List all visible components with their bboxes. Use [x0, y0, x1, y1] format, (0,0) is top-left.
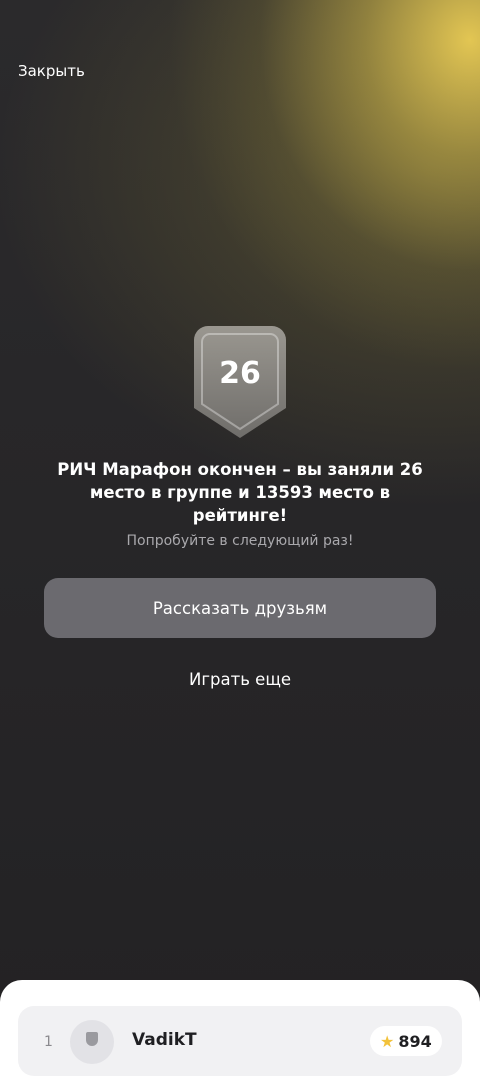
score-pill: ★ 894 [370, 1026, 442, 1056]
row-rank: 1 [44, 1034, 53, 1050]
leaderboard-row[interactable]: 1 VadikT ★ 894 [18, 1006, 462, 1076]
place-badge: 26 [194, 326, 286, 438]
result-subtitle: Попробуйте в следующий раз! [126, 533, 354, 549]
close-button[interactable]: Закрыть [18, 62, 85, 80]
row-username: VadikT [132, 1030, 197, 1050]
place-number: 26 [219, 356, 261, 391]
row-score: 894 [398, 1031, 432, 1051]
user-avatar-icon [70, 1020, 114, 1064]
leaderboard-sheet: 1 VadikT ★ 894 [0, 980, 480, 1080]
share-button[interactable]: Рассказать друзьям [44, 578, 436, 638]
play-again-button[interactable]: Играть еще [0, 670, 480, 689]
star-icon: ★ [380, 1031, 395, 1051]
result-title: РИЧ Марафон окончен – вы заняли 26 место… [57, 460, 423, 525]
